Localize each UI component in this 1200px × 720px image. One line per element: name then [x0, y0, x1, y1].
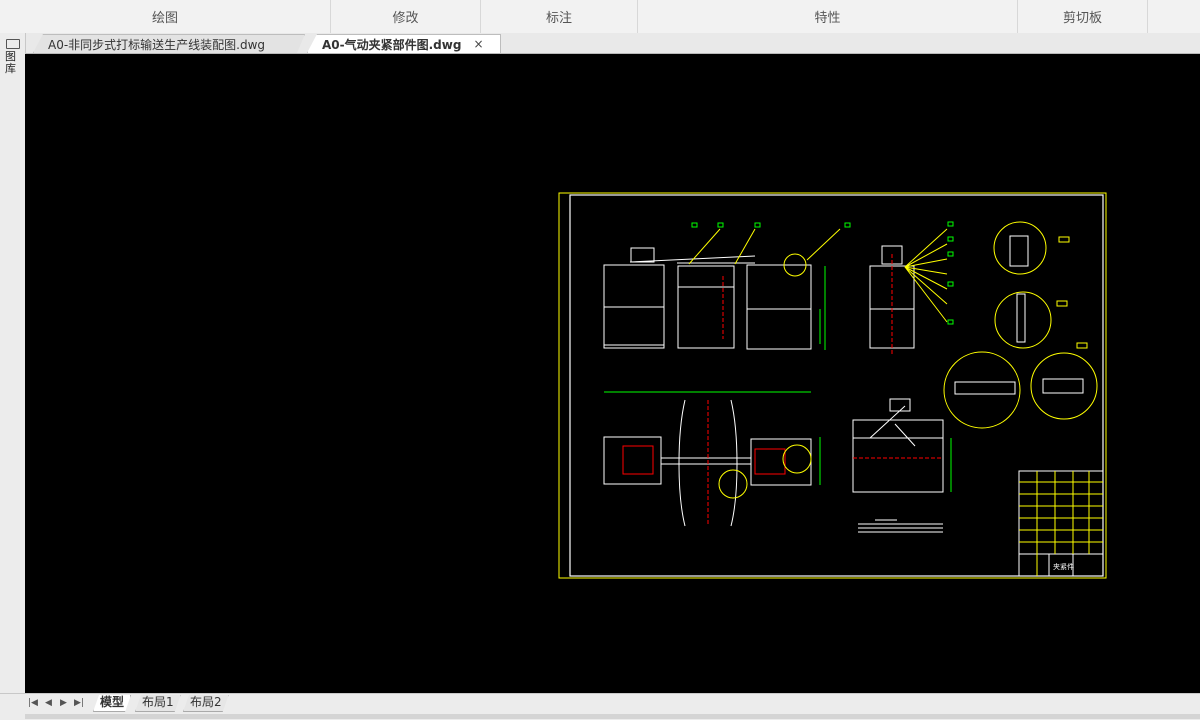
- document-tab-label: A0-气动夹紧部件图.dwg: [322, 37, 462, 52]
- layout-tab-bar: |◀ ◀ ▶ ▶| 模型 布局1 布局2: [0, 693, 1200, 720]
- ribbon-group-label: 特性: [814, 11, 841, 26]
- last-layout-icon[interactable]: ▶|: [74, 698, 84, 708]
- tab-layout1[interactable]: 布局1: [135, 695, 181, 712]
- front-view: [603, 222, 851, 350]
- ribbon-group-annotate[interactable]: 标注: [481, 0, 638, 33]
- tab-layout2[interactable]: 布局2: [183, 695, 229, 712]
- first-layout-icon[interactable]: |◀: [28, 698, 38, 708]
- title-block: [1018, 470, 1104, 577]
- document-tab-assembly[interactable]: A0-非同步式打标输送生产线装配图.dwg: [33, 34, 305, 53]
- left-tool-palette: 图库: [0, 33, 26, 693]
- tab-model[interactable]: 模型: [93, 695, 131, 712]
- document-tab-clamp[interactable]: A0-气动夹紧部件图.dwg ×: [307, 34, 501, 53]
- library-button[interactable]: 图库: [5, 51, 19, 75]
- ribbon-group-label: 修改: [392, 11, 419, 26]
- drawing-sheet: 夹紧件: [558, 192, 1107, 579]
- horizontal-scrollbar[interactable]: [25, 714, 1200, 719]
- plan-view: [603, 391, 821, 527]
- ribbon-group-bar: 绘图 修改 标注 特性 剪切板: [0, 0, 1200, 34]
- section-view: [852, 398, 952, 493]
- drawing-canvas[interactable]: 夹紧件: [25, 54, 1200, 693]
- sheet-inner-frame: [569, 194, 1104, 577]
- ribbon-group-label: 剪切板: [1062, 11, 1102, 26]
- ribbon-group-label: 绘图: [151, 11, 178, 26]
- detail-views: [943, 221, 1098, 429]
- arrow-icon[interactable]: [6, 39, 20, 49]
- ribbon-group-draw[interactable]: 绘图: [0, 0, 331, 33]
- ribbon-group-properties[interactable]: 特性: [638, 0, 1018, 33]
- next-layout-icon[interactable]: ▶: [60, 698, 67, 708]
- close-icon[interactable]: ×: [473, 37, 483, 51]
- ribbon-group-label: 标注: [545, 11, 572, 26]
- technical-notes: [858, 519, 943, 533]
- document-tab-bar: A0-非同步式打标输送生产线装配图.dwg A0-气动夹紧部件图.dwg ×: [25, 33, 1200, 54]
- side-view: [869, 221, 954, 354]
- prev-layout-icon[interactable]: ◀: [45, 698, 52, 708]
- title-block-name: 夹紧件: [1053, 562, 1074, 571]
- document-tab-label: A0-非同步式打标输送生产线装配图.dwg: [48, 37, 266, 52]
- sheet-border: [558, 192, 1107, 579]
- ribbon-group-empty: [1148, 0, 1200, 33]
- ribbon-group-clipboard[interactable]: 剪切板: [1018, 0, 1148, 33]
- ribbon-group-modify[interactable]: 修改: [331, 0, 481, 33]
